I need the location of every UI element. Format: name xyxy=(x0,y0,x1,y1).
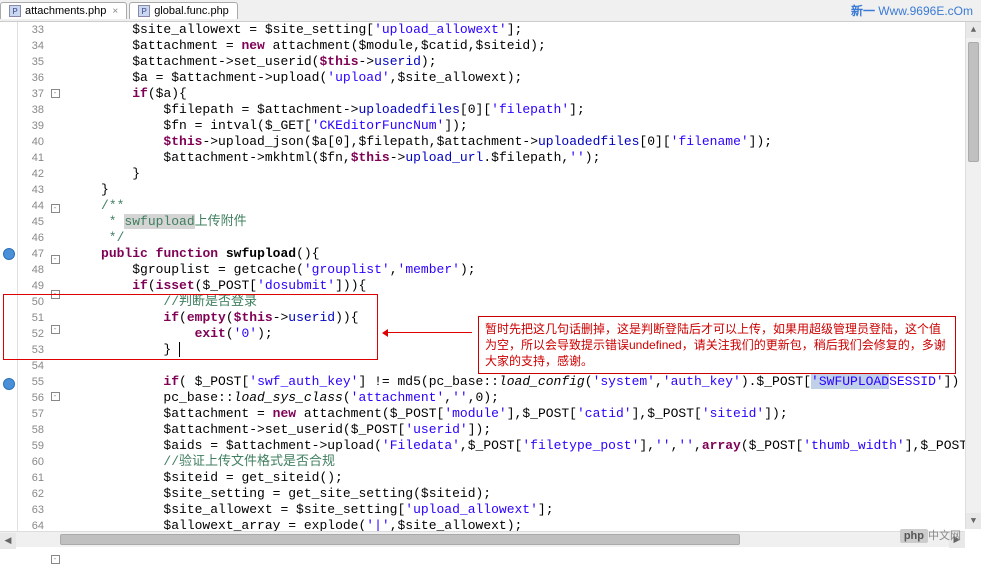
scroll-thumb-h[interactable] xyxy=(60,534,740,545)
annotation-highlight-box xyxy=(3,294,378,360)
code-line[interactable]: } xyxy=(62,182,981,198)
code-line[interactable]: $a = $attachment->upload('upload',$site_… xyxy=(62,70,981,86)
scroll-up-arrow[interactable]: ▲ xyxy=(966,22,981,38)
fold-toggle[interactable]: - xyxy=(51,89,60,98)
code-line[interactable]: $attachment = new attachment($_POST['mod… xyxy=(62,406,981,422)
line-number: 43 xyxy=(18,182,44,198)
code-line[interactable]: $fn = intval($_GET['CKEditorFuncNum']); xyxy=(62,118,981,134)
marker-column xyxy=(0,22,18,547)
code-line[interactable]: if($a){ xyxy=(62,86,981,102)
tab-label: global.func.php xyxy=(154,5,229,17)
code-line[interactable]: } xyxy=(62,166,981,182)
line-number: 47 xyxy=(18,246,44,262)
code-line[interactable]: public function swfupload(){ xyxy=(62,246,981,262)
line-number-gutter: 3334353637383940414243444546474849505152… xyxy=(18,22,48,547)
code-line[interactable]: $grouplist = getcache('grouplist','membe… xyxy=(62,262,981,278)
code-line[interactable]: if( $_POST['swf_auth_key'] != md5(pc_bas… xyxy=(62,374,981,390)
fold-toggle[interactable]: - xyxy=(51,255,60,264)
code-line[interactable]: $attachment = new attachment($module,$ca… xyxy=(62,38,981,54)
line-number: 63 xyxy=(18,502,44,518)
line-number: 45 xyxy=(18,214,44,230)
annotation-arrow xyxy=(384,332,472,333)
php-file-icon: P xyxy=(9,5,21,17)
annotation-callout: 暂时先把这几句话删掉，这是判断登陆后才可以上传，如果用超级管理员登陆，这个值为空… xyxy=(478,316,956,374)
scroll-thumb-v[interactable] xyxy=(968,42,979,162)
close-icon[interactable]: × xyxy=(112,6,118,17)
line-number: 55 xyxy=(18,374,44,390)
watermark: 新一 Www.9696E.cOm xyxy=(851,2,973,19)
line-number: 46 xyxy=(18,230,44,246)
line-number: 44 xyxy=(18,198,44,214)
scroll-down-arrow[interactable]: ▼ xyxy=(966,513,981,529)
line-number: 58 xyxy=(18,422,44,438)
code-line[interactable]: if(isset($_POST['dosubmit'])){ xyxy=(62,278,981,294)
code-line[interactable]: pc_base::load_sys_class('attachment','',… xyxy=(62,390,981,406)
line-number: 37 xyxy=(18,86,44,102)
code-line[interactable]: /** xyxy=(62,198,981,214)
code-line[interactable]: $attachment->set_userid($this->userid); xyxy=(62,54,981,70)
code-line[interactable]: $site_allowext = $site_setting['upload_a… xyxy=(62,502,981,518)
tab-attachments[interactable]: P attachments.php × xyxy=(0,2,127,19)
tab-bar: P attachments.php × P global.func.php 新一… xyxy=(0,0,981,22)
breakpoint-marker[interactable] xyxy=(3,378,15,390)
breakpoint-marker[interactable] xyxy=(3,248,15,260)
line-number: 61 xyxy=(18,470,44,486)
horizontal-scrollbar[interactable]: ◀ ▶ xyxy=(0,531,965,547)
code-line[interactable]: $siteid = get_siteid(); xyxy=(62,470,981,486)
line-number: 48 xyxy=(18,262,44,278)
code-line[interactable]: $site_setting = get_site_setting($siteid… xyxy=(62,486,981,502)
code-area[interactable]: $site_allowext = $site_setting['upload_a… xyxy=(62,22,981,547)
line-number: 49 xyxy=(18,278,44,294)
code-line[interactable]: * swfupload上传附件 xyxy=(62,214,981,230)
fold-column: ------- xyxy=(48,22,62,547)
code-line[interactable]: $attachment->mkhtml($fn,$this->upload_ur… xyxy=(62,150,981,166)
fold-toggle[interactable]: - xyxy=(51,392,60,401)
line-number: 39 xyxy=(18,118,44,134)
line-number: 56 xyxy=(18,390,44,406)
line-number: 60 xyxy=(18,454,44,470)
php-file-icon: P xyxy=(138,5,150,17)
tab-global-func[interactable]: P global.func.php xyxy=(129,2,238,19)
line-number: 62 xyxy=(18,486,44,502)
line-number: 38 xyxy=(18,102,44,118)
bottom-watermark: php中文网 xyxy=(900,527,961,543)
fold-toggle[interactable]: - xyxy=(51,555,60,564)
fold-toggle[interactable]: - xyxy=(51,204,60,213)
line-number: 54 xyxy=(18,358,44,374)
line-number: 41 xyxy=(18,150,44,166)
code-line[interactable]: */ xyxy=(62,230,981,246)
line-number: 42 xyxy=(18,166,44,182)
line-number: 59 xyxy=(18,438,44,454)
code-line[interactable]: $filepath = $attachment->uploadedfiles[0… xyxy=(62,102,981,118)
line-number: 57 xyxy=(18,406,44,422)
line-number: 33 xyxy=(18,22,44,38)
line-number: 36 xyxy=(18,70,44,86)
code-line[interactable]: $site_allowext = $site_setting['upload_a… xyxy=(62,22,981,38)
tab-label: attachments.php xyxy=(25,5,106,17)
line-number: 34 xyxy=(18,38,44,54)
code-editor[interactable]: 3334353637383940414243444546474849505152… xyxy=(0,22,981,547)
line-number: 35 xyxy=(18,54,44,70)
vertical-scrollbar[interactable]: ▲ ▼ xyxy=(965,22,981,529)
line-number: 40 xyxy=(18,134,44,150)
code-line[interactable]: $aids = $attachment->upload('Filedata',$… xyxy=(62,438,981,454)
code-line[interactable]: $this->upload_json($a[0],$filepath,$atta… xyxy=(62,134,981,150)
code-line[interactable]: //验证上传文件格式是否合规 xyxy=(62,454,981,470)
code-line[interactable]: $attachment->set_userid($_POST['userid']… xyxy=(62,422,981,438)
